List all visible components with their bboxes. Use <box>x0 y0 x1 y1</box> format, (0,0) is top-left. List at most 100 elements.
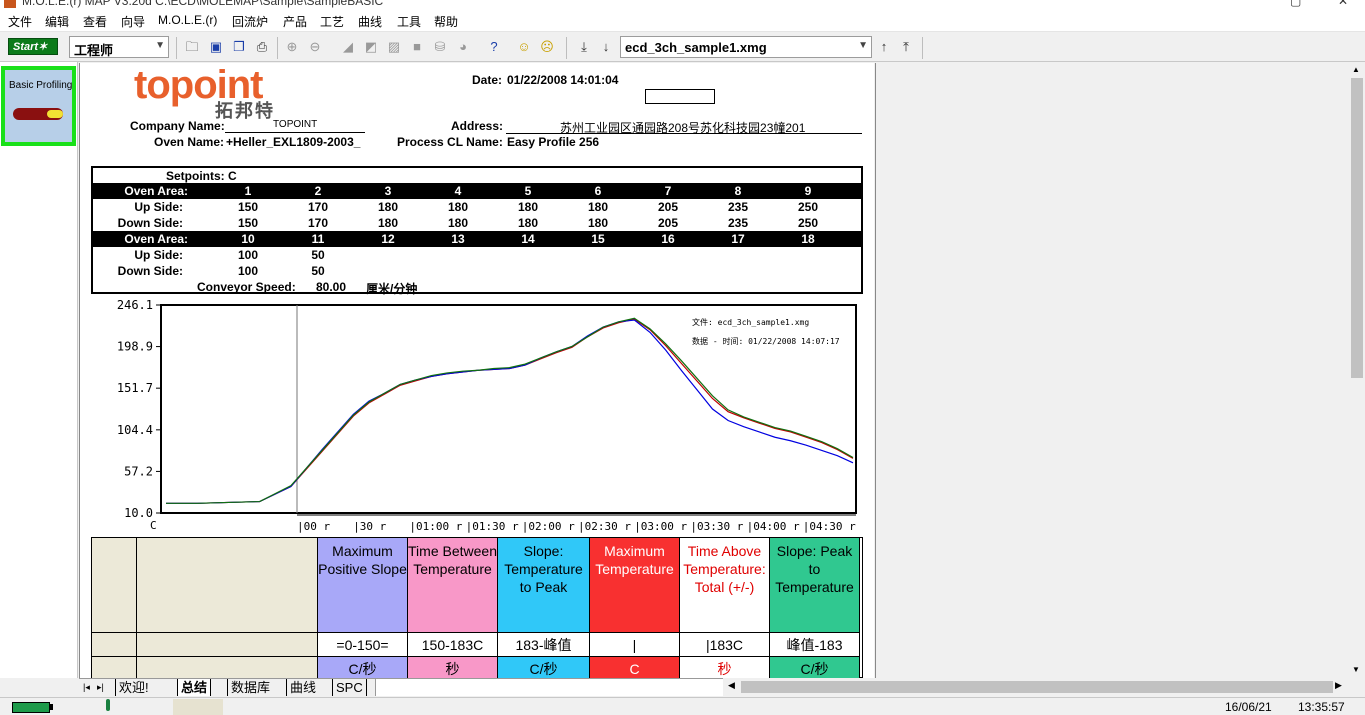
open-folder-icon[interactable]: 🗀 <box>184 39 200 55</box>
up-side-label: Up Side: <box>134 248 183 262</box>
prev-tab-icon[interactable]: ▸| <box>94 679 107 696</box>
move-bottom-icon[interactable]: ⤓ <box>576 39 592 55</box>
oven-area-cell: 8 <box>734 184 742 198</box>
save-icon[interactable]: ▣ <box>208 39 224 55</box>
row-label-cell <box>137 538 318 633</box>
chevron-down-icon[interactable]: ▼ <box>858 40 868 51</box>
oven-area-cell: 7 <box>664 184 672 198</box>
menu-view[interactable]: 查看 <box>83 13 107 30</box>
up-side-row-2: Up Side: 100 50 <box>93 247 861 263</box>
first-tab-icon[interactable]: |◂ <box>80 679 93 696</box>
minimize-icon[interactable]: ▢ <box>1290 0 1301 8</box>
tab-profile[interactable]: 曲线 <box>286 679 319 696</box>
metric-range-cell: 峰值-183 <box>770 633 860 657</box>
face-warning-icon[interactable]: ☹ <box>539 39 555 55</box>
oven-area-label: Oven Area: <box>124 232 188 246</box>
move-top-icon[interactable]: ⤒ <box>898 39 914 55</box>
menu-mole[interactable]: M.O.L.E.(r) <box>158 13 217 27</box>
down-side-cell: 180 <box>517 216 539 230</box>
chart-area-icon[interactable]: ◩ <box>363 39 379 55</box>
metric-header-cell: Maximum Temperature <box>590 538 680 633</box>
file-select[interactable]: ecd_3ch_sample1.xmg ▼ <box>620 36 872 58</box>
down-side-cell: 250 <box>797 216 819 230</box>
arrow-up-icon[interactable]: ↑ <box>876 39 892 55</box>
menu-process[interactable]: 工艺 <box>320 13 344 30</box>
horizontal-scrollbar[interactable]: ◀ ▶ <box>723 678 1365 696</box>
menu-oven[interactable]: 回流炉 <box>232 13 268 30</box>
zoom-out-icon[interactable]: ⊖ <box>307 39 323 55</box>
menu-product[interactable]: 产品 <box>283 13 307 30</box>
chart-image-icon[interactable]: ▨ <box>386 39 402 55</box>
conveyor-speed-unit: 厘米/分钟 <box>366 282 418 296</box>
scroll-up-icon[interactable]: ▲ <box>1352 65 1360 74</box>
scroll-thumb[interactable] <box>741 681 1333 693</box>
role-select[interactable]: 工程师 ▼ <box>69 36 169 58</box>
menu-tools[interactable]: 工具 <box>397 13 421 30</box>
scroll-left-icon[interactable]: ◀ <box>728 680 735 691</box>
oven-area-cell: 11 <box>311 232 325 246</box>
y-unit-label: C <box>150 519 157 532</box>
cylinder-icon[interactable]: ⛁ <box>432 39 448 55</box>
menu-bar: 文件 编辑 查看 向导 M.O.L.E.(r) 回流炉 产品 工艺 曲线 工具 … <box>0 10 1365 32</box>
tab-spc[interactable]: SPC <box>332 679 367 696</box>
help-icon[interactable]: ? <box>486 39 502 55</box>
menu-edit[interactable]: 编辑 <box>45 13 69 30</box>
company-name-value: TOPOINT <box>273 119 318 130</box>
up-side-cell: 50 <box>311 248 325 262</box>
down-side-cell: 205 <box>657 216 679 230</box>
date-label: Date: <box>472 73 503 87</box>
menu-wizard[interactable]: 向导 <box>121 13 145 30</box>
tab-welcome[interactable]: 欢迎! <box>115 679 152 696</box>
up-side-cell: 100 <box>237 248 259 262</box>
oven-area-cell: 3 <box>384 184 392 198</box>
oven-area-cell: 13 <box>451 232 465 246</box>
start-button[interactable]: Start✶ <box>8 38 58 55</box>
face-icon[interactable]: ☺ <box>516 39 532 55</box>
metric-range-cell: 183-峰值 <box>498 633 590 657</box>
oven-area-cell: 10 <box>241 232 255 246</box>
menu-file[interactable]: 文件 <box>8 13 32 30</box>
menu-help[interactable]: 帮助 <box>434 13 458 30</box>
copy-icon[interactable]: ❐ <box>231 39 247 55</box>
basic-profiling-button[interactable]: Basic Profiling <box>1 66 76 146</box>
oven-name-value: +Heller_EXL1809-2003_ <box>226 135 361 149</box>
rectangle-icon[interactable]: ■ <box>409 39 425 55</box>
menu-profile[interactable]: 曲线 <box>358 13 382 30</box>
underline <box>225 132 365 133</box>
arrow-down-icon[interactable]: ↓ <box>598 39 614 55</box>
tab-summary[interactable]: 总结 <box>177 679 212 696</box>
down-side-row-1: Down Side: 150 170 180 180 180 180 205 235 250 <box>93 215 861 231</box>
x-tick-label: |30 r <box>353 520 386 533</box>
address-label: Address: <box>451 119 504 133</box>
chart-slope-icon[interactable]: ◢ <box>340 39 356 55</box>
close-icon[interactable]: ✕ <box>1338 0 1348 8</box>
down-side-label: Down Side: <box>117 216 183 230</box>
temperature-profile-chart[interactable]: 246.1 198.9 151.7 104.4 57.2 10.0C |00 r |30 r |… <box>80 299 874 535</box>
row-label-cell <box>137 633 318 657</box>
scroll-thumb[interactable] <box>1351 78 1363 378</box>
chevron-down-icon[interactable]: ▼ <box>155 40 165 51</box>
globe-icon[interactable]: ◕ <box>455 39 471 55</box>
separator <box>566 37 567 59</box>
y-tick-label: 151.7 <box>117 381 153 395</box>
metric-unit-cell: C/秒 <box>498 657 590 678</box>
print-icon[interactable]: ⎙ <box>254 39 270 55</box>
metric-header-cell: Slope: Temperature to Peak <box>498 538 590 633</box>
scroll-right-icon[interactable]: ▶ <box>1335 680 1342 691</box>
thermocouple-tip-icon <box>47 110 63 118</box>
metric-unit-cell: 秒 <box>680 657 770 678</box>
up-side-cell: 235 <box>727 200 749 214</box>
basic-profiling-label: Basic Profiling <box>9 80 73 91</box>
x-tick-label: |02:00 r <box>522 520 575 533</box>
scroll-down-icon[interactable]: ▼ <box>1352 665 1360 674</box>
role-value: 工程师 <box>74 43 114 58</box>
vertical-scrollbar[interactable]: ▲ ▼ <box>1349 63 1365 678</box>
metric-range-cell: 150-183C <box>408 633 498 657</box>
metric-unit-cell: C/秒 <box>770 657 860 678</box>
tab-database[interactable]: 数据库 <box>227 679 273 696</box>
zoom-in-icon[interactable]: ⊕ <box>284 39 300 55</box>
metric-header-cell: Time Between Temperature <box>408 538 498 633</box>
up-side-cell: 180 <box>447 200 469 214</box>
x-tick-label: |02:30 r <box>578 520 631 533</box>
oven-area-cell: 15 <box>591 232 605 246</box>
